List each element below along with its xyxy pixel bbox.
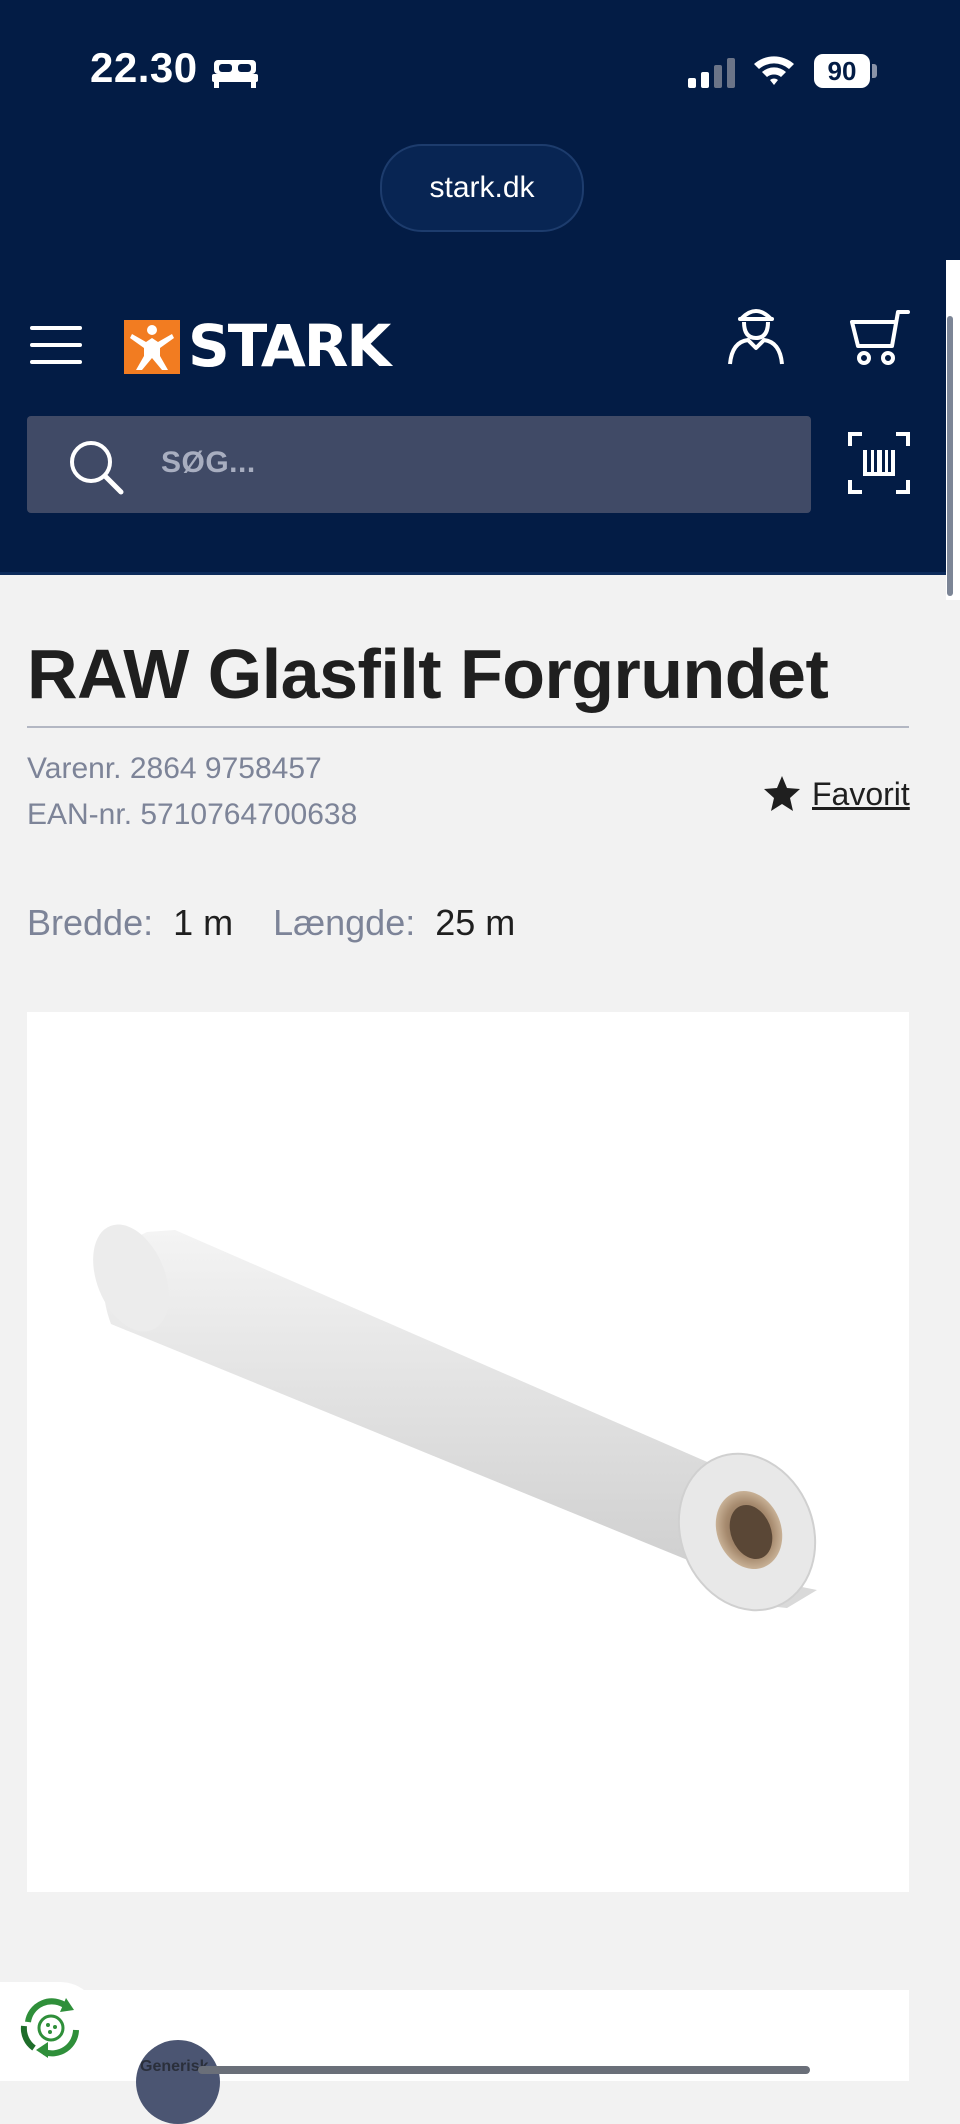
- scrollbar-thumb[interactable]: [947, 316, 953, 596]
- search-input[interactable]: SØG...: [27, 416, 811, 513]
- barcode-scan-icon[interactable]: [848, 432, 910, 494]
- wifi-icon: [754, 56, 794, 85]
- home-indicator[interactable]: [198, 2066, 810, 2074]
- favorite-label[interactable]: Favorit: [812, 776, 910, 813]
- status-time: 22.30: [90, 44, 198, 91]
- menu-icon[interactable]: [30, 322, 82, 368]
- spec-length-label: Længde:: [273, 902, 416, 943]
- battery-icon: 90: [814, 54, 870, 88]
- product-title: RAW Glasfilt Forgrundet: [27, 635, 829, 713]
- search-placeholder: SØG...: [161, 446, 256, 479]
- star-icon: [764, 776, 800, 811]
- stark-logo-icon[interactable]: [124, 320, 180, 374]
- product-item-number: Varenr. 2864 9758457: [27, 752, 322, 785]
- eco-recycle-icon[interactable]: [16, 1992, 86, 2062]
- spec-width-value: 1 m: [173, 902, 234, 943]
- spec-width-label: Bredde:: [27, 902, 154, 943]
- cart-icon[interactable]: [848, 306, 910, 366]
- product-ean-number: EAN-nr. 5710764700638: [27, 798, 358, 831]
- fiberglass-roll-image: [93, 1224, 817, 1612]
- signal-icon: [688, 58, 735, 88]
- search-icon: [70, 441, 124, 495]
- bed-icon: [212, 60, 258, 88]
- title-divider: [27, 726, 909, 728]
- battery-tip: [872, 64, 877, 78]
- favorite-button[interactable]: Favorit: [762, 772, 910, 816]
- product-specs: Bredde: 1 m Længde: 25 m: [27, 902, 555, 944]
- header-divider: [0, 572, 960, 575]
- stark-logo-text[interactable]: STARK: [188, 312, 391, 380]
- spec-length-value: 25 m: [435, 902, 516, 943]
- address-bar[interactable]: stark.dk: [380, 144, 584, 232]
- product-image-container[interactable]: [27, 1012, 909, 1892]
- generic-badge: [136, 2040, 220, 2124]
- account-icon[interactable]: [726, 302, 786, 366]
